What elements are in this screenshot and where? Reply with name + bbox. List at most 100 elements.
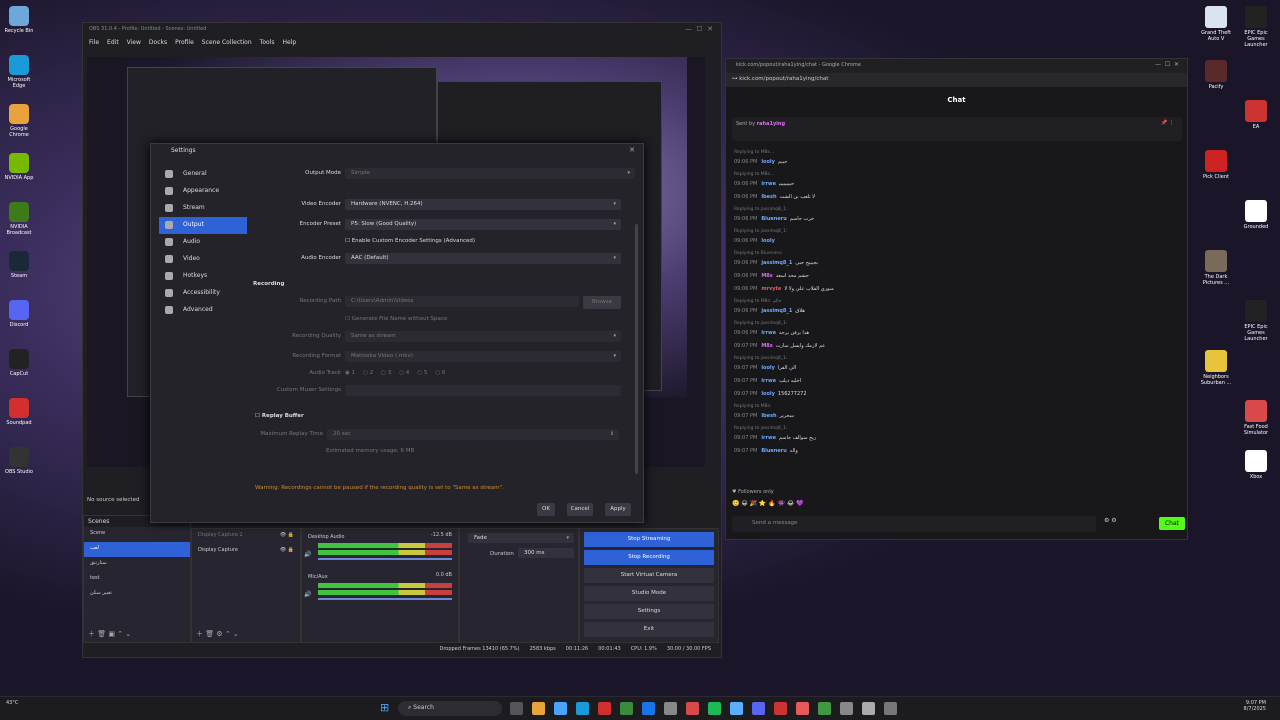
chat-username[interactable]: M8s [761, 273, 772, 279]
menu-item-scene-collection[interactable]: Scene Collection [202, 39, 252, 49]
desktop-icon[interactable]: Fast Food Simulator [1236, 400, 1276, 436]
pin-icon[interactable]: 📌 ⋮ [1161, 120, 1174, 126]
chat-username[interactable]: lbesh [761, 413, 776, 419]
taskbar-clock[interactable]: 9:07 PM 8/7/2025 [1200, 700, 1266, 712]
menu-item-docks[interactable]: Docks [149, 39, 167, 49]
scene-toolbar[interactable]: ＋ 🗑 ▣ ⌃ ⌄ [88, 629, 131, 639]
recording-path-field[interactable]: C:\Users\Admin\Videos [345, 296, 579, 307]
taskbar-app-icon[interactable] [774, 702, 787, 715]
source-item[interactable]: Display Capture 👁 🔒 [192, 544, 300, 559]
close-icon[interactable]: ✕ [629, 146, 635, 154]
speaker-icon[interactable]: 🔊 [304, 551, 311, 558]
taskbar-app-icon[interactable] [708, 702, 721, 715]
desktop-icon[interactable]: The Dark Pictures ... [1196, 250, 1236, 286]
chat-username[interactable]: jassimq8_1 [761, 260, 792, 266]
chat-message[interactable]: 09:06 PM irrwe ﻫﺬﺍ ﻳﺰﻓﻦ ﻳﺮﺟﺔ [734, 330, 809, 336]
desktop-icon[interactable]: Grand Theft Auto V [1196, 6, 1236, 42]
scene-item[interactable]: ﻟﻌﺐ [84, 542, 190, 557]
control-exit-button[interactable]: Exit [584, 622, 714, 637]
pinned-message[interactable]: Sent by raha1ying 📌 ⋮ [732, 117, 1182, 141]
desktop-icon[interactable]: EPIC Epic Games Launcher [1236, 300, 1276, 342]
scene-item[interactable]: Scene [84, 527, 190, 542]
menu-item-tools[interactable]: Tools [260, 39, 275, 49]
menu-item-view[interactable]: View [127, 39, 141, 49]
taskbar-app-icon[interactable] [818, 702, 831, 715]
desktop-icon[interactable]: OBS Studio [2, 447, 36, 475]
chat-message[interactable]: 09:06 PM lbesh ﻻ ﺗﻠﻌﺐ ﺑﻦ ﺍﻟﺸﺖ [734, 194, 815, 200]
ok-button[interactable]: OK [537, 503, 555, 516]
scene-item[interactable]: ﺗﻐﻴﻴﺮ ﺳﻜﻦ [84, 587, 190, 602]
chat-message[interactable]: 09:07 PM irrwe ﺭﺑﺞ ﺳﻮﺍﻟﻒ ﺟﺎﺳﻢ [734, 435, 816, 441]
taskbar-app-icon[interactable] [862, 702, 875, 715]
settings-nav-hotkeys[interactable]: Hotkeys [159, 268, 247, 285]
taskbar-app-icon[interactable] [620, 702, 633, 715]
desktop-icon[interactable]: NVIDIA Broadcast [2, 202, 36, 236]
chat-message[interactable]: 09:06 PM jassimq8_1 ﻫﻼﻕ [734, 308, 805, 314]
window-controls[interactable]: — ☐ ✕ [685, 25, 713, 33]
control-stop-recording-button[interactable]: Stop Recording [584, 550, 714, 565]
eye-lock-icon[interactable]: 👁 🔒 [280, 532, 294, 541]
chat-message[interactable]: 09:06 PM jassimq8_1 ﺑﺠﻴﻴﻴﺢ ﺣﺒﻲ [734, 260, 818, 266]
menu-item-file[interactable]: File [89, 39, 99, 49]
desktop-icon[interactable]: Grounded [1236, 200, 1276, 230]
output-mode-select[interactable]: Simple ▾ [345, 168, 635, 179]
chat-message[interactable]: 09:07 PM irrwe ﺍﺧﻠﻴﻪ ﺩﻳﻠﺐ [734, 378, 801, 384]
chat-username[interactable]: looly [761, 365, 775, 371]
menu-item-help[interactable]: Help [282, 39, 296, 49]
settings-nav-audio[interactable]: Audio [159, 234, 247, 251]
windows-start-icon[interactable]: ⊞ [380, 702, 392, 714]
taskbar-app-icon[interactable] [796, 702, 809, 715]
eye-lock-icon[interactable]: 👁 🔒 [280, 547, 294, 556]
transition-select[interactable]: Fade ▾ [468, 533, 574, 543]
taskbar-app-icon[interactable] [664, 702, 677, 715]
audio-track-checkbox[interactable]: ○ 3 [381, 370, 391, 376]
chat-message[interactable]: 09:07 PM M8s ﻋﻢ ﻻﺯﻣﻚ ﻭﺍﻳﺴﻞ ﺳﺎﺭﺕ [734, 343, 825, 349]
desktop-icon[interactable]: Steam [2, 251, 36, 279]
duration-field[interactable]: 300 ms [518, 548, 574, 558]
taskbar-app-icon[interactable] [686, 702, 699, 715]
emote-bar[interactable]: 🙂 😀 🎉 ⭐ 🔥 👾 😂 💜 [732, 500, 892, 510]
chat-send-button[interactable]: Chat [1159, 517, 1185, 530]
volume-slider[interactable] [318, 558, 452, 560]
window-controls[interactable]: — ☐ ✕ [1155, 61, 1179, 68]
control-settings-button[interactable]: Settings [584, 604, 714, 619]
audio-track-checkbox[interactable]: ○ 2 [363, 370, 373, 376]
desktop-icon[interactable]: NVIDIA App [2, 153, 36, 181]
desktop-icon[interactable]: Google Chrome [2, 104, 36, 138]
weather-widget[interactable]: 43°C [6, 700, 18, 706]
video-encoder-select[interactable]: Hardware (NVENC, H.264) ▾ [345, 199, 621, 210]
menu-item-profile[interactable]: Profile [175, 39, 194, 49]
chrome-addressbar[interactable]: ⊶ kick.com/popout/raha1ying/chat [726, 73, 1187, 87]
desktop-icon[interactable]: EPIC Epic Games Launcher [1236, 6, 1276, 48]
scene-item[interactable]: test [84, 572, 190, 587]
control-stop-streaming-button[interactable]: Stop Streaming [584, 532, 714, 547]
chat-message[interactable]: 09:06 PM looly ﺟﻴﻴﻢ [734, 159, 787, 165]
chat-username[interactable]: irrwe [761, 181, 776, 187]
taskbar-app-icon[interactable] [554, 702, 567, 715]
desktop-icon[interactable]: Pick Client [1196, 150, 1236, 180]
settings-scrollbar[interactable] [635, 224, 638, 474]
desktop-icon[interactable]: Xbox [1236, 450, 1276, 480]
apply-button[interactable]: Apply [605, 503, 631, 516]
chat-username[interactable]: irrwe [761, 330, 776, 336]
desktop-icon[interactable]: Microsoft Edge [2, 55, 36, 89]
chat-username[interactable]: looly [761, 159, 775, 165]
custom-encoder-checkbox[interactable]: ☐ Enable Custom Encoder Settings (Advanc… [345, 238, 475, 244]
audio-track-checkbox[interactable]: ○ 5 [417, 370, 427, 376]
taskbar-app-icon[interactable] [576, 702, 589, 715]
chat-message[interactable]: 09:07 PM lbesh ﺳﺤﺮﻳﺮ [734, 413, 794, 419]
taskbar-app-icon[interactable] [884, 702, 897, 715]
rec-format-select[interactable]: Matroska Video (.mkv) ▾ [345, 351, 621, 362]
replay-time-field[interactable]: 20 sec ⇕ [327, 429, 619, 440]
chat-message[interactable]: 09:06 PM mrvyte ﻣﻨﻮﺭﻱ ﺍﻟﻘﻼﺏ ﻋﻠﻲ ﻭﻻ ﻻ [734, 286, 834, 292]
audio-track-checkbox[interactable]: ○ 4 [399, 370, 409, 376]
chat-settings-icon[interactable]: ⚙ ⚙ [1104, 517, 1117, 524]
replay-buffer-checkbox[interactable]: ☐ Replay Buffer [255, 413, 304, 419]
taskbar-app-icon[interactable] [730, 702, 743, 715]
speaker-icon[interactable]: 🔊 [304, 591, 311, 598]
chat-username[interactable]: looly [761, 238, 775, 244]
audio-track-checkbox[interactable]: ○ 6 [435, 370, 445, 376]
chat-username[interactable]: looly [761, 391, 775, 397]
chat-message[interactable]: 09:06 PM looly [734, 238, 778, 244]
cancel-button[interactable]: Cancel [567, 503, 593, 516]
